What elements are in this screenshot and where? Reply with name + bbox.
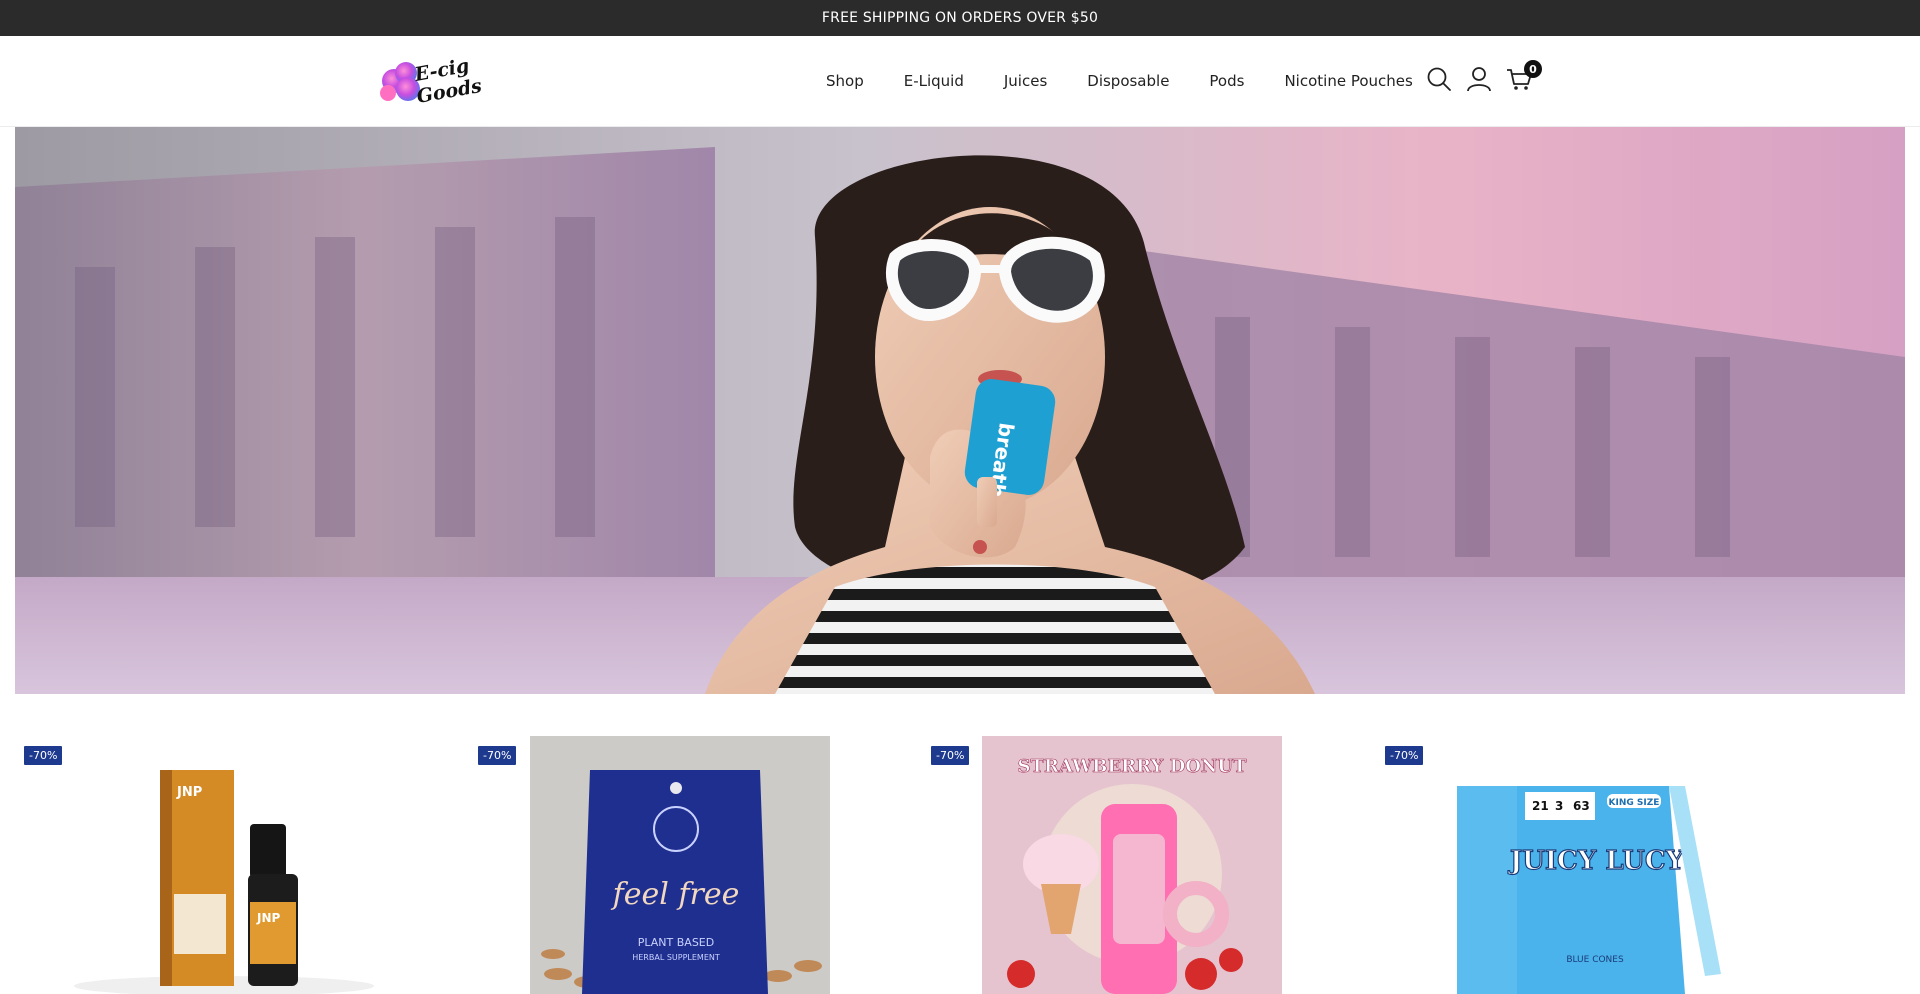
product-card[interactable]: -70% JNP JNP [24,724,477,994]
svg-text:BLUE CONES: BLUE CONES [1566,955,1624,965]
svg-text:PLANT BASED: PLANT BASED [638,936,714,949]
svg-text:JNP: JNP [176,785,202,800]
svg-text:JNP: JNP [256,911,281,925]
svg-text:HERBAL SUPPLEMENT: HERBAL SUPPLEMENT [632,953,720,962]
svg-text:63: 63 [1573,799,1590,813]
product-image: JNP JNP [74,770,374,994]
user-icon[interactable] [1466,66,1492,92]
svg-text:STRAWBERRY DONUT: STRAWBERRY DONUT [1018,756,1247,777]
product-image: feel free PLANT BASED HERBAL SUPPLEMENT [530,736,830,994]
product-image: STRAWBERRY DONUT [982,736,1282,994]
hero-banner[interactable]: breath [15,127,1905,694]
nav-pods[interactable]: Pods [1209,72,1244,90]
discount-badge: -70% [931,746,970,765]
svg-text:KING SIZE: KING SIZE [1609,798,1660,808]
nav-e-liquid[interactable]: E-Liquid [904,72,964,90]
svg-text:feel free: feel free [611,877,740,912]
nav-nicotine-pouches[interactable]: Nicotine Pouches [1284,72,1412,90]
nav-shop[interactable]: Shop [826,72,864,90]
search-icon[interactable] [1426,66,1452,92]
nav-disposable[interactable]: Disposable [1087,72,1169,90]
discount-badge: -70% [24,746,63,765]
product-card[interactable]: -70% feel free PLANT BASED HERBAL SUPPLE… [478,724,931,994]
header-icons: 0 [1426,60,1542,92]
svg-text:21: 21 [1532,799,1549,813]
product-card[interactable]: -70% STRAWBERRY DONUT [931,724,1384,994]
product-strip: -70% JNP JNP -70% feel free PLANT BASED … [0,712,1920,994]
cart-icon[interactable]: 0 [1506,60,1542,92]
main-nav: Shop E-Liquid Juices Disposable Pods Nic… [826,36,1413,126]
product-card[interactable]: -70% 21 3 63 KING SIZE JUICY LUCY BLUE C… [1385,724,1838,994]
site-logo[interactable]: E-cig Goods [376,53,484,111]
announcement-text: FREE SHIPPING ON ORDERS OVER $50 [821,10,1099,26]
discount-badge: -70% [478,746,517,765]
svg-text:3: 3 [1555,799,1563,813]
svg-text:JUICY LUCY: JUICY LUCY [1508,846,1685,876]
nav-juices[interactable]: Juices [1004,72,1047,90]
announcement-bar: FREE SHIPPING ON ORDERS OVER $50 [0,0,1920,36]
product-image: 21 3 63 KING SIZE JUICY LUCY BLUE CONES [1457,786,1721,994]
discount-badge: -70% [1385,746,1424,765]
site-header: E-cig Goods Shop E-Liquid Juices Disposa… [0,36,1920,127]
cart-count-badge: 0 [1524,60,1542,78]
